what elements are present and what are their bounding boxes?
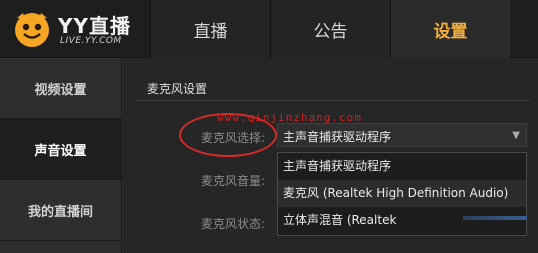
mic-option[interactable]: 麦克风 (Realtek High Definition Audio) <box>278 180 526 207</box>
mic-select[interactable]: 主声音捕获驱动程序 ▼ <box>277 123 527 147</box>
mic-select-value: 主声音捕获驱动程序 <box>283 130 392 144</box>
mic-volume-label: 麦克风音量: <box>201 174 266 188</box>
tab-live[interactable]: 直播 <box>150 0 270 58</box>
yy-logo-icon <box>15 13 49 47</box>
chevron-down-icon[interactable]: ▼ <box>512 130 520 141</box>
mic-status-label: 麦克风状态: <box>201 217 266 231</box>
sidebar-item-my-room[interactable]: 我的直播间 <box>0 180 121 241</box>
top-bar: YY直播 LIVE.YY.COM 直播 公告 设置 <box>0 0 538 58</box>
logo-url: LIVE.YY.COM <box>60 36 122 46</box>
sidebar-item-audio[interactable]: 声音设置 <box>0 119 121 180</box>
section-divider <box>135 100 530 101</box>
section-title: 麦克风设置 <box>147 82 208 96</box>
mic-option[interactable]: 立体声混音 (Realtek <box>278 207 526 234</box>
settings-sidebar: 视频设置 声音设置 我的直播间 <box>0 58 122 253</box>
mic-option[interactable]: 主声音捕获驱动程序 <box>278 153 526 180</box>
sidebar-item-video[interactable]: 视频设置 <box>0 58 121 119</box>
main-nav: 直播 公告 设置 <box>150 0 510 58</box>
app-logo: YY直播 LIVE.YY.COM <box>8 8 153 50</box>
settings-panel: 麦克风设置 www.qinjinzhang.com 麦克风选择: 主声音捕获驱动… <box>123 58 538 253</box>
tab-announcement[interactable]: 公告 <box>270 0 390 58</box>
tab-settings[interactable]: 设置 <box>390 0 510 58</box>
mic-level-meter <box>463 216 527 220</box>
logo-title: YY直播 <box>58 14 131 38</box>
mic-select-label: 麦克风选择: <box>201 131 266 145</box>
mic-dropdown-list: 主声音捕获驱动程序 麦克风 (Realtek High Definition A… <box>277 152 527 236</box>
